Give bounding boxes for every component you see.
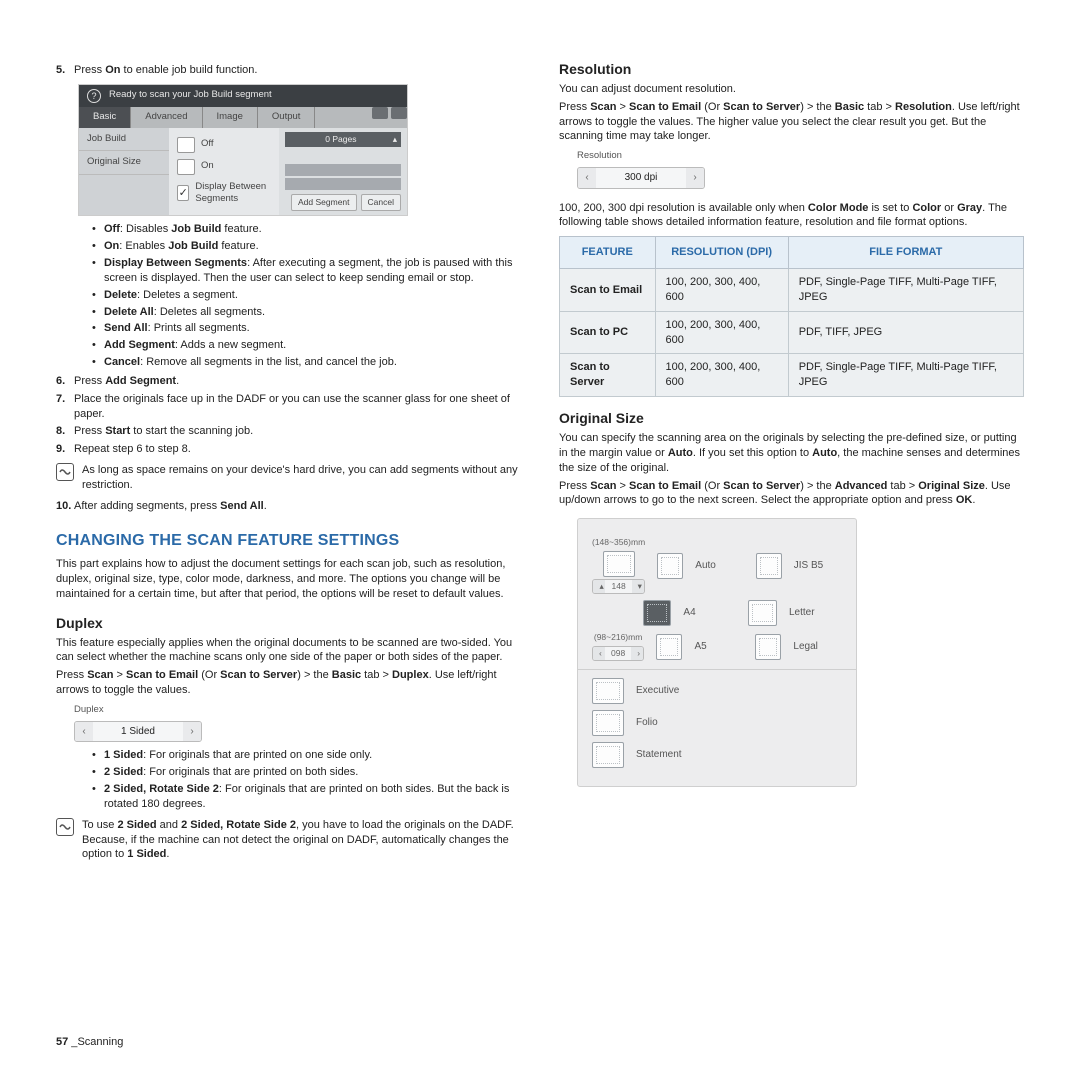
side-job-build: Job Build: [79, 128, 169, 152]
checkbox-icon: [177, 159, 195, 175]
tab-output: Output: [258, 107, 316, 128]
size-swatch: [643, 600, 672, 626]
pages-count: 0 Pages: [325, 134, 356, 145]
table-header-resolution: RESOLUTION (DPI): [655, 237, 788, 269]
step-8: 8.Press Start to start the scanning job.: [56, 424, 521, 439]
note-duplex: To use 2 Sided and 2 Sided, Rotate Side …: [56, 818, 521, 863]
changing-desc: This part explains how to adjust the doc…: [56, 557, 521, 602]
duplex-path: Press Scan > Scan to Email (Or Scan to S…: [56, 668, 521, 698]
size-jisb5: JIS B5: [794, 559, 842, 573]
chevron-right-icon: ›: [183, 722, 201, 742]
mock-add-segment: Add Segment: [291, 194, 357, 211]
step-6: 6.Press Add Segment.: [56, 374, 521, 389]
table-header-format: FILE FORMAT: [788, 237, 1023, 269]
step-9: 9.Repeat step 6 to step 8.: [56, 442, 521, 457]
size-swatch: [603, 551, 635, 577]
size-swatch: [656, 634, 682, 660]
dim-label: (98~216)mm: [594, 632, 642, 643]
resolution-desc: You can adjust document resolution.: [559, 82, 1024, 97]
tab-image: Image: [203, 107, 258, 128]
chevron-left-icon: ‹: [75, 722, 93, 742]
size-folio: Folio: [636, 716, 658, 730]
dim-value: 148: [605, 580, 631, 593]
opt-display-between: Display Between Segments: [195, 181, 271, 207]
size-a5: A5: [694, 640, 743, 654]
step-num: 5.: [56, 63, 74, 78]
duplex-desc: This feature especially applies when the…: [56, 636, 521, 666]
size-swatch: [756, 553, 782, 579]
window-icon: [372, 107, 388, 119]
changing-heading: CHANGING THE SCAN FEATURE SETTINGS: [56, 530, 521, 552]
resolution-path: Press Scan > Scan to Email (Or Scan to S…: [559, 100, 1024, 145]
window-icon: [391, 107, 407, 119]
tab-basic: Basic: [79, 107, 131, 128]
size-swatch: [755, 634, 781, 660]
resolution-spinner-value: 300 dpi: [596, 168, 686, 188]
chevron-right-icon: ›: [686, 168, 704, 188]
tab-advanced: Advanced: [131, 107, 202, 128]
dim-label: (148~356)mm: [592, 537, 645, 548]
size-swatch: [592, 678, 624, 704]
note-hard-drive: As long as space remains on your device'…: [56, 463, 521, 493]
original-size-desc: You can specify the scanning area on the…: [559, 431, 1024, 476]
mock-cancel: Cancel: [361, 194, 401, 211]
size-swatch: [592, 742, 624, 768]
opt-on: On: [201, 160, 214, 173]
original-size-heading: Original Size: [559, 409, 1024, 428]
step-10: 10.After adding segments, press Send All…: [56, 499, 521, 514]
resolution-spinner: ‹ 300 dpi ›: [577, 167, 705, 189]
chevron-left-icon: ‹: [578, 168, 596, 188]
checkbox-checked-icon: [177, 185, 189, 201]
table-row: Scan to Email100, 200, 300, 400, 600PDF,…: [560, 269, 1024, 312]
checkbox-icon: [177, 137, 195, 153]
side-original-size: Original Size: [79, 151, 169, 175]
size-legal: Legal: [793, 640, 842, 654]
size-auto: Auto: [695, 559, 743, 573]
size-a4: A4: [683, 606, 736, 620]
size-letter: Letter: [789, 606, 842, 620]
size-swatch: [657, 553, 683, 579]
step-5: 5. Press On to enable job build function…: [56, 63, 521, 78]
duplex-heading: Duplex: [56, 614, 521, 633]
opt-off: Off: [201, 138, 214, 151]
size-statement: Statement: [636, 748, 682, 762]
note-icon: [56, 463, 74, 481]
job-build-screenshot: ? Ready to scan your Job Build segment B…: [78, 84, 408, 216]
duplex-spinner: ‹ 1 Sided ›: [74, 721, 202, 743]
size-executive: Executive: [636, 684, 679, 698]
table-row: Scan to Server100, 200, 300, 400, 600PDF…: [560, 354, 1024, 397]
mock-title: Ready to scan your Job Build segment: [109, 89, 272, 102]
step-text: Press On to enable job build function.: [74, 63, 257, 78]
resolution-table: FEATURE RESOLUTION (DPI) FILE FORMAT Sca…: [559, 236, 1024, 397]
table-header-feature: FEATURE: [560, 237, 656, 269]
help-icon: ?: [87, 89, 101, 103]
duplex-spinner-value: 1 Sided: [93, 722, 183, 742]
size-swatch: [592, 710, 624, 736]
resolution-heading: Resolution: [559, 60, 1024, 79]
page-footer: 57 _Scanning: [56, 1035, 123, 1050]
job-build-options: Off: Disables Job Build feature. On: Ena…: [56, 222, 521, 370]
original-size-path: Press Scan > Scan to Email (Or Scan to S…: [559, 479, 1024, 509]
dim-value: 098: [605, 647, 631, 660]
resolution-spinner-label: Resolution: [577, 150, 1024, 163]
note-icon: [56, 818, 74, 836]
size-swatch: [748, 600, 777, 626]
step-7: 7.Place the originals face up in the DAD…: [56, 392, 521, 422]
duplex-spinner-label: Duplex: [74, 704, 521, 717]
duplex-options: 1 Sided: For originals that are printed …: [56, 748, 521, 811]
resolution-note: 100, 200, 300 dpi resolution is availabl…: [559, 201, 1024, 231]
original-size-screenshot: (148~356)mm ▴148▾ Auto JIS B5 A4 Letter …: [577, 518, 857, 787]
table-row: Scan to PC100, 200, 300, 400, 600PDF, TI…: [560, 311, 1024, 354]
